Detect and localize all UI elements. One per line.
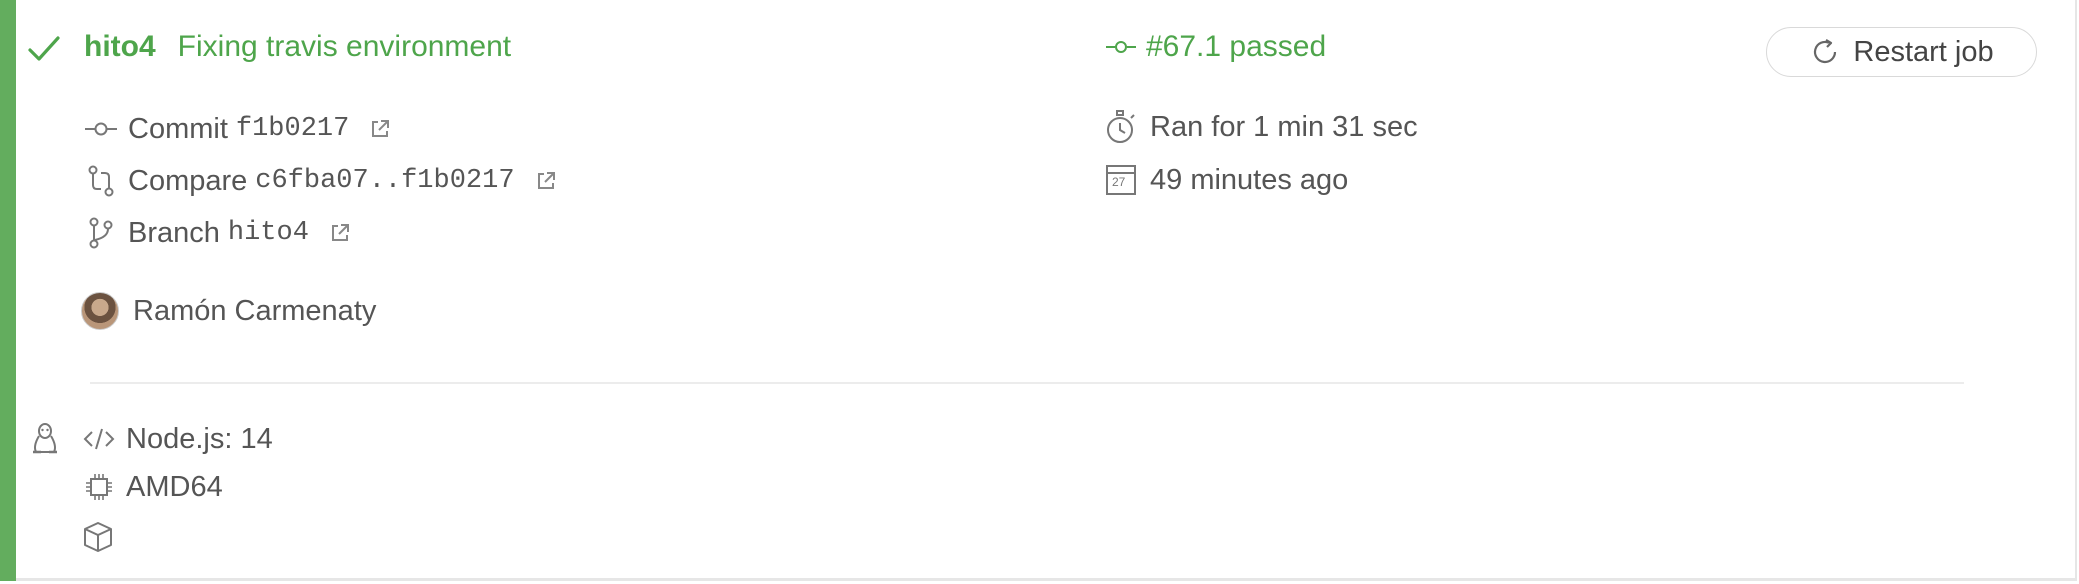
avatar: [81, 292, 119, 330]
compare-range-link[interactable]: c6fba07..f1b0217: [255, 166, 514, 196]
commit-label: Commit: [128, 112, 228, 145]
job-number-text: #67.1 passed: [1146, 30, 1327, 63]
commit-sha-link[interactable]: f1b0217: [236, 114, 349, 144]
language-text: Node.js: 14: [126, 422, 273, 455]
author-row: Ramón Carmenaty: [81, 292, 376, 330]
language-row: Node.js: 14: [82, 422, 273, 456]
branch-label: Branch: [128, 216, 220, 249]
compare-row: Compare c6fba07..f1b0217: [84, 164, 557, 198]
job-title[interactable]: hito4 Fixing travis environment: [84, 30, 511, 64]
compare-icon: [84, 164, 118, 198]
cpu-icon: [82, 470, 116, 504]
divider: [90, 382, 1964, 384]
branch-row: Branch hito4: [84, 216, 351, 250]
restart-icon: [1809, 36, 1841, 68]
job-number[interactable]: #67.1 passed: [1106, 30, 1326, 64]
branch-name-link[interactable]: hito4: [228, 218, 309, 248]
branch-icon: [84, 216, 118, 250]
calendar-day: 27: [1112, 175, 1126, 189]
job-branch-label: hito4: [84, 30, 156, 63]
commit-icon: [84, 112, 118, 146]
external-link-icon[interactable]: [369, 118, 391, 140]
author-name: Ramón Carmenaty: [133, 294, 377, 327]
stopwatch-icon: [1104, 110, 1138, 144]
duration-row: Ran for 1 min 31 sec: [1104, 110, 1418, 144]
duration-text: Ran for 1 min 31 sec: [1150, 110, 1418, 143]
commit-icon: [1106, 37, 1136, 57]
job-message: Fixing travis environment: [177, 30, 512, 63]
finished-row: 27 49 minutes ago: [1104, 163, 1348, 197]
code-icon: [82, 422, 116, 456]
calendar-icon: 27: [1104, 163, 1138, 197]
passed-check-icon: [27, 33, 61, 65]
restart-job-button[interactable]: Restart job: [1766, 27, 2037, 77]
restart-job-label: Restart job: [1853, 35, 1994, 68]
arch-row: AMD64: [82, 470, 223, 504]
status-stripe: [0, 0, 16, 581]
external-link-icon[interactable]: [329, 222, 351, 244]
package-icon: [82, 521, 114, 553]
commit-row: Commit f1b0217: [84, 112, 391, 146]
job-card: hito4 Fixing travis environment #67.1 pa…: [0, 0, 2077, 581]
external-link-icon[interactable]: [535, 170, 557, 192]
finished-text: 49 minutes ago: [1150, 163, 1349, 196]
compare-label: Compare: [128, 164, 248, 197]
linux-icon: [30, 422, 60, 456]
arch-text: AMD64: [126, 470, 223, 503]
